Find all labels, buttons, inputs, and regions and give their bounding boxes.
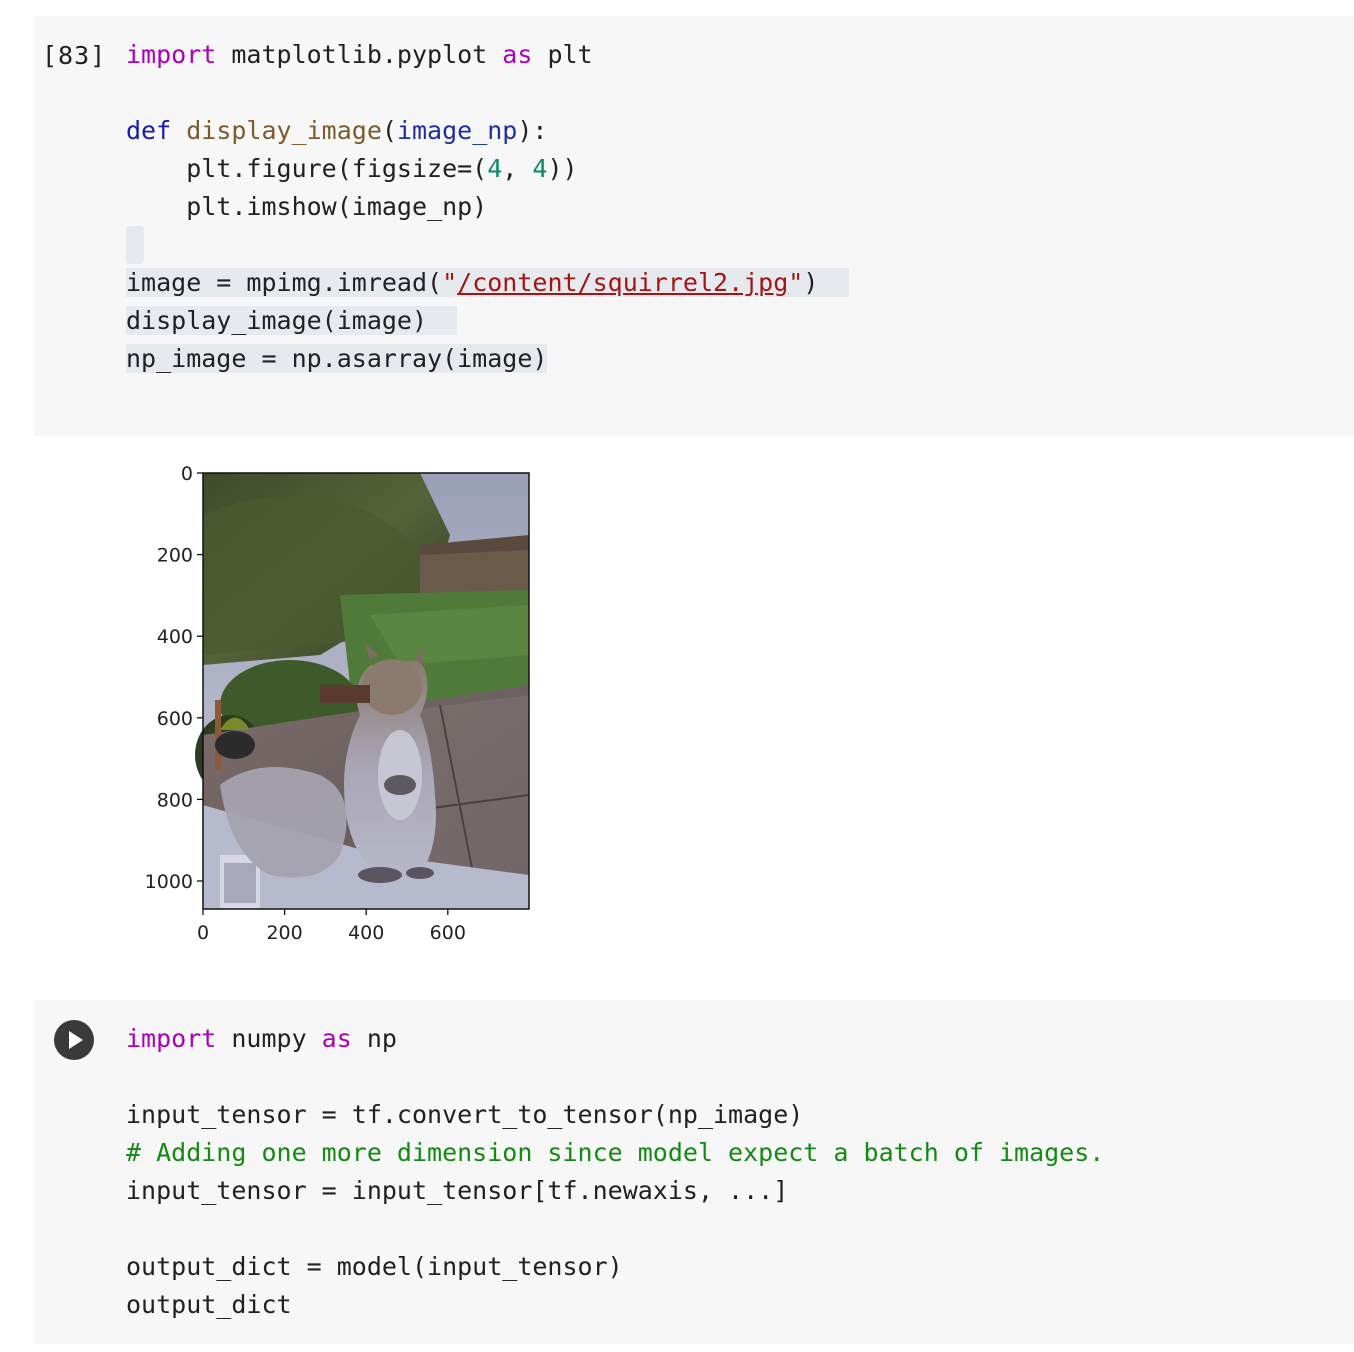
execution-count: [83] <box>42 41 107 70</box>
number: 4 <box>532 154 548 183</box>
code-line: import matplotlib.pyplot as plt <box>126 36 849 74</box>
run-cell-button[interactable] <box>54 1020 94 1060</box>
code-text: plt.imshow(image_np) <box>126 192 488 221</box>
code-text: np_image = np.asarray(image) <box>126 344 548 373</box>
code-text: display_image(image) <box>126 306 428 335</box>
keyword: import <box>126 40 217 69</box>
code-cell-1[interactable]: [83] import matplotlib.pyplot as plt def … <box>34 16 1354 436</box>
code-editor[interactable]: import matplotlib.pyplot as plt def displ… <box>126 36 849 378</box>
squirrel-photo <box>195 473 530 910</box>
highlighted-code: np_image = np.asarray(image) <box>126 344 548 373</box>
code-line: display_image(image) <box>126 302 849 340</box>
highlighted-code: display_image(image) <box>126 306 458 335</box>
code-text: numpy <box>216 1024 322 1053</box>
code-text: ): <box>517 116 548 145</box>
keyword: as <box>321 1024 352 1053</box>
y-tick-label: 600 <box>157 708 193 730</box>
parameter: image_np <box>396 116 518 145</box>
code-text: image = mpimg.imread( <box>126 268 443 297</box>
imshow-figure: 0 200 400 600 800 1000 0 200 400 600 <box>145 463 530 944</box>
function-name: display_image <box>186 116 382 145</box>
highlighted-code: image = mpimg.imread("/content/squirrel2… <box>126 268 849 297</box>
code-line: plt.figure(figsize=(4, 4)) <box>126 150 849 188</box>
keyword: import <box>126 1024 217 1053</box>
y-axis: 0 200 400 600 800 1000 <box>145 463 203 893</box>
code-line: image = mpimg.imread("/content/squirrel2… <box>126 264 849 302</box>
cell-output-plot: 0 200 400 600 800 1000 0 200 400 600 <box>120 455 550 959</box>
y-tick-label: 200 <box>157 545 193 567</box>
y-tick-label: 400 <box>157 626 193 648</box>
code-text: , <box>502 154 533 183</box>
string: " <box>442 268 458 297</box>
code-text: plt <box>532 40 593 69</box>
code-line: np_image = np.asarray(image) <box>126 340 849 378</box>
code-text: output_dict = model(input_tensor) <box>126 1252 623 1281</box>
code-text: ) <box>803 268 819 297</box>
x-axis: 0 200 400 600 <box>197 909 466 944</box>
code-text: output_dict <box>126 1290 292 1319</box>
code-line: output_dict = model(input_tensor) <box>126 1248 1104 1286</box>
y-tick-label: 0 <box>181 463 193 485</box>
code-text: plt.figure(figsize=( <box>126 154 488 183</box>
code-line: # Adding one more dimension since model … <box>126 1134 1104 1172</box>
number: 4 <box>487 154 503 183</box>
code-line: input_tensor = tf.convert_to_tensor(np_i… <box>126 1096 1104 1134</box>
code-text: input_tensor = input_tensor[tf.newaxis, … <box>126 1176 789 1205</box>
string: " <box>788 268 804 297</box>
play-icon <box>69 1031 83 1049</box>
keyword: as <box>502 40 533 69</box>
code-text: )) <box>547 154 578 183</box>
code-editor[interactable]: import numpy as np input_tensor = tf.conv… <box>126 1020 1104 1324</box>
keyword: def <box>126 116 172 145</box>
code-line: import numpy as np <box>126 1020 1104 1058</box>
code-text: input_tensor = tf.convert_to_tensor(np_i… <box>126 1100 804 1129</box>
x-tick-label: 0 <box>197 922 209 944</box>
code-cell-2[interactable]: import numpy as np input_tensor = tf.conv… <box>34 1000 1354 1344</box>
x-tick-label: 600 <box>430 922 466 944</box>
code-line: input_tensor = input_tensor[tf.newaxis, … <box>126 1172 1104 1210</box>
code-text: np <box>351 1024 397 1053</box>
code-text: matplotlib.pyplot <box>216 40 503 69</box>
code-line: def display_image(image_np): <box>126 112 849 150</box>
y-tick-label: 800 <box>157 789 193 811</box>
code-line: plt.imshow(image_np) <box>126 188 849 226</box>
code-text: ( <box>381 116 397 145</box>
y-tick-label: 1000 <box>145 871 193 893</box>
comment: # Adding one more dimension since model … <box>126 1138 1105 1167</box>
x-tick-label: 200 <box>266 922 302 944</box>
x-tick-label: 400 <box>348 922 384 944</box>
file-path-link[interactable]: /content/squirrel2.jpg <box>457 268 788 297</box>
code-line: output_dict <box>126 1286 1104 1324</box>
